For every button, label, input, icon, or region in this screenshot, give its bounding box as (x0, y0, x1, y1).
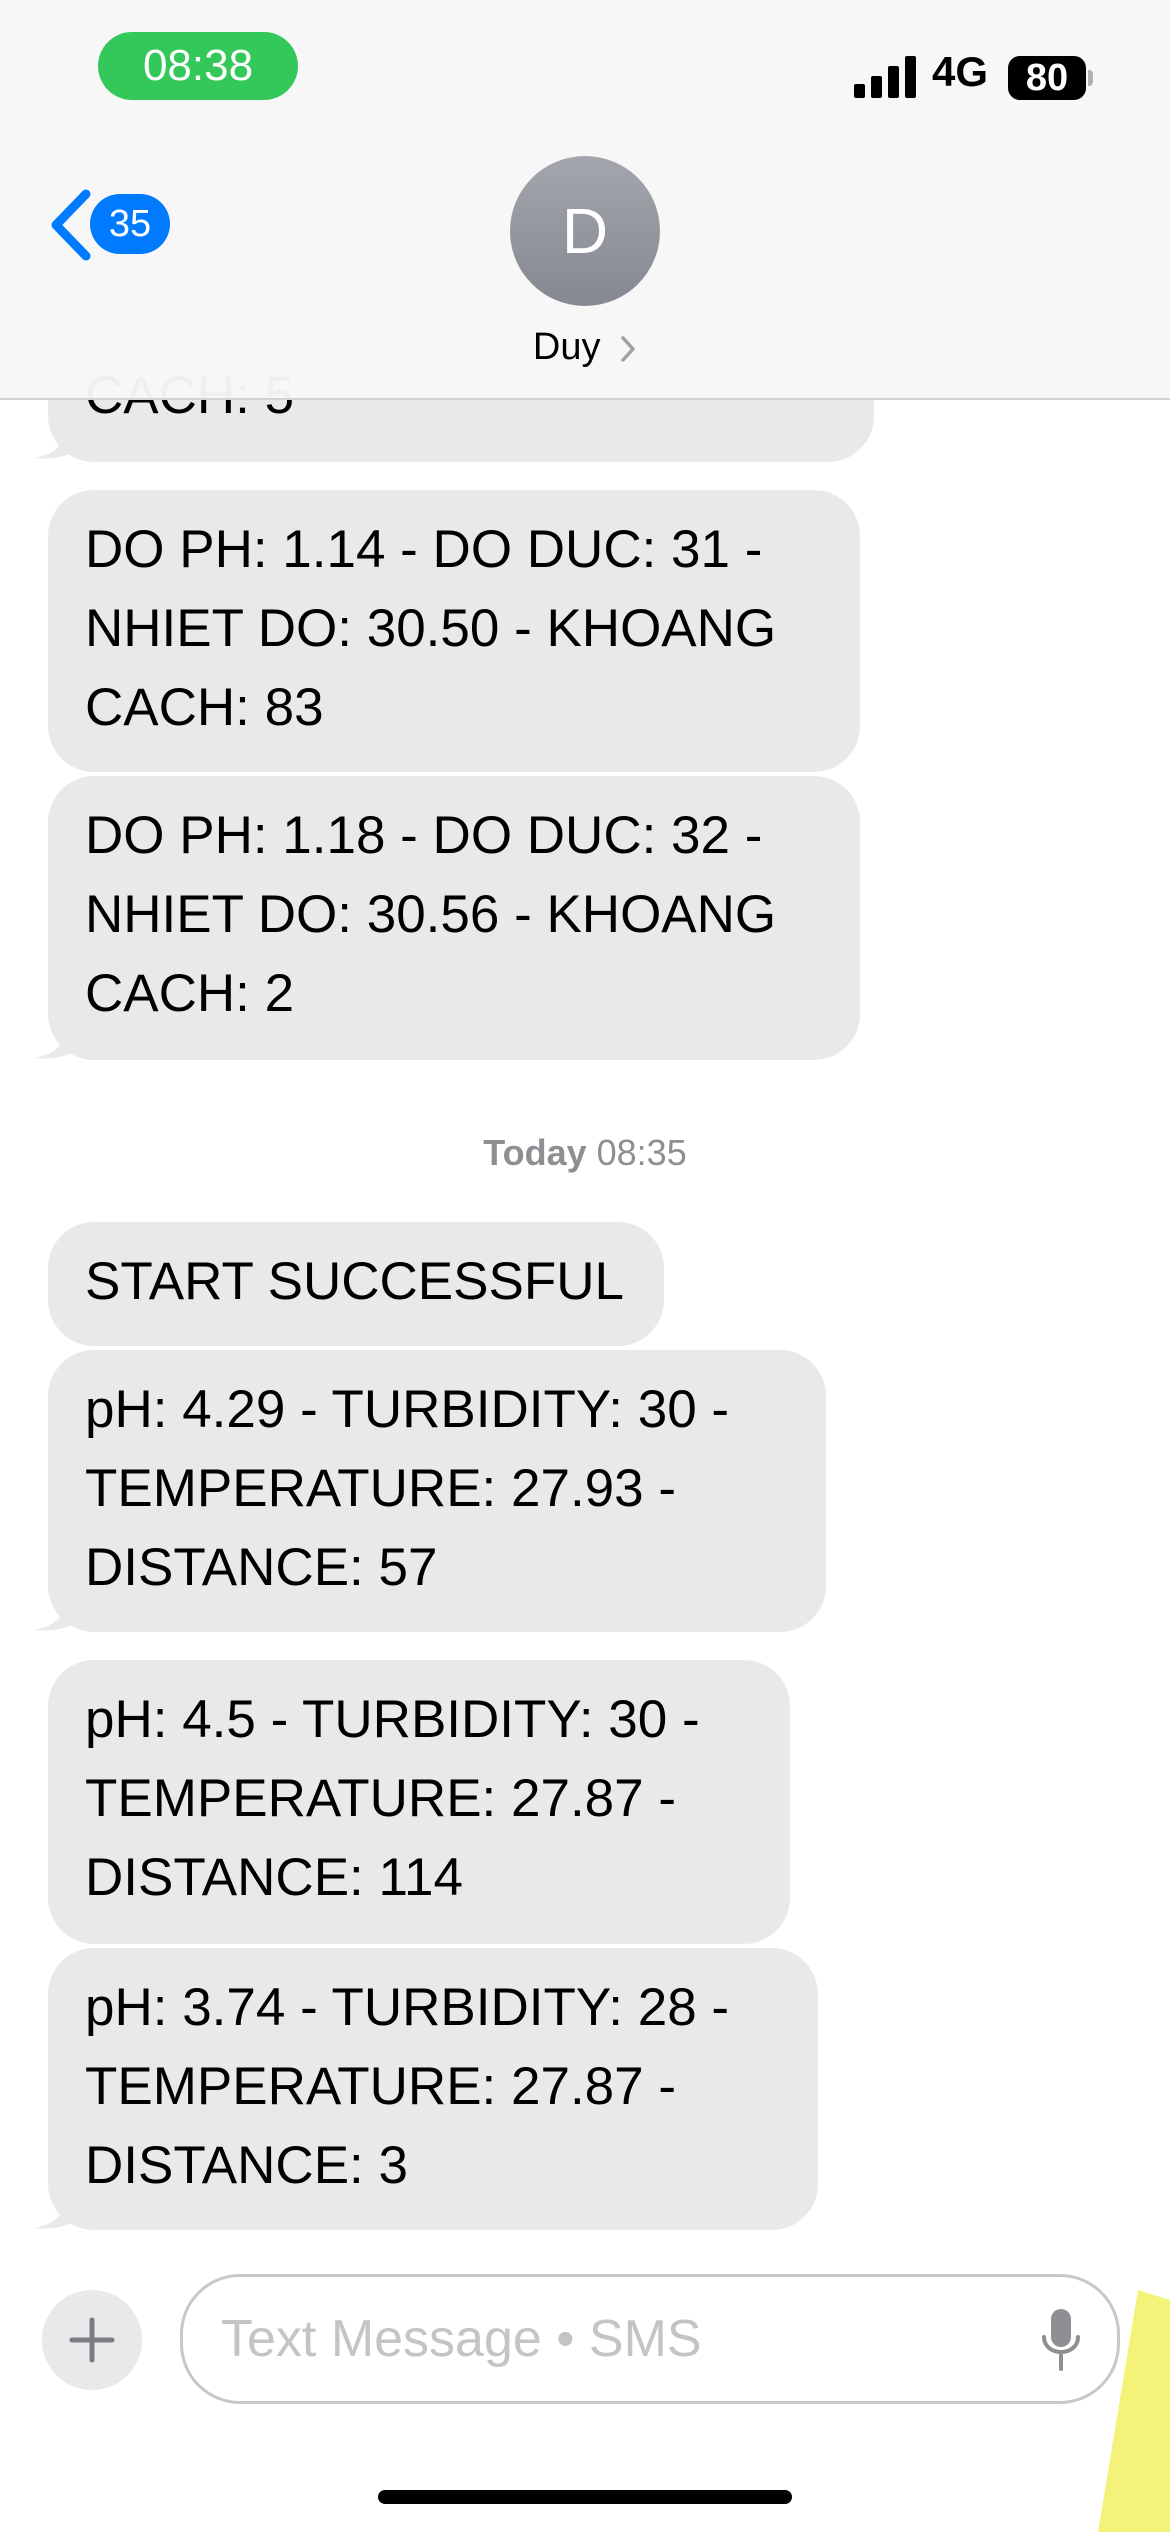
conversation-header: 08:38 4G 80 35 D Duy (0, 0, 1170, 400)
message-bubble[interactable]: DO PH: 1.14 - DO DUC: 31 - NHIET DO: 30.… (48, 490, 860, 772)
add-attachment-button[interactable] (42, 2290, 142, 2390)
bubble-tail (34, 1020, 88, 1059)
contact-name-button[interactable]: Duy (0, 326, 1170, 369)
plus-icon (69, 2317, 115, 2363)
timestamp-day: Today (483, 1132, 587, 1173)
message-input[interactable]: Text Message • SMS (180, 2274, 1120, 2404)
battery-level: 80 (1025, 57, 1069, 99)
highlighter-mark (1098, 2290, 1170, 2532)
message-bubble[interactable]: pH: 4.5 - TURBIDITY: 30 - TEMPERATURE: 2… (48, 1660, 790, 1944)
home-indicator[interactable] (378, 2490, 792, 2504)
contact-name: Duy (532, 326, 601, 368)
back-chevron-icon[interactable] (46, 188, 94, 262)
chevron-right-icon (621, 336, 635, 362)
message-bubble[interactable]: pH: 3.74 - TURBIDITY: 28 - TEMPERATURE: … (48, 1948, 818, 2230)
timestamp-time: 08:35 (596, 1132, 687, 1173)
bubble-tail (34, 420, 88, 459)
microphone-icon[interactable] (1041, 2307, 1081, 2373)
timestamp: Today 08:35 (0, 1132, 1170, 1174)
battery-cap (1088, 70, 1093, 86)
bubble-tail (34, 1592, 88, 1631)
network-type: 4G (932, 48, 989, 95)
bubble-tail (34, 2190, 88, 2229)
message-input-placeholder: Text Message • SMS (221, 2310, 702, 2368)
cellular-signal-icon (854, 56, 916, 98)
battery-icon: 80 (1008, 56, 1086, 100)
message-bubble[interactable]: pH: 4.29 - TURBIDITY: 30 - TEMPERATURE: … (48, 1350, 826, 1632)
message-bubble[interactable]: START SUCCESSFUL (48, 1222, 664, 1346)
contact-avatar[interactable]: D (510, 156, 660, 306)
status-time: 08:38 (98, 32, 298, 100)
message-bubble[interactable]: DO PH: 1.18 - DO DUC: 32 - NHIET DO: 30.… (48, 776, 860, 1060)
unread-count-badge[interactable]: 35 (90, 194, 170, 254)
